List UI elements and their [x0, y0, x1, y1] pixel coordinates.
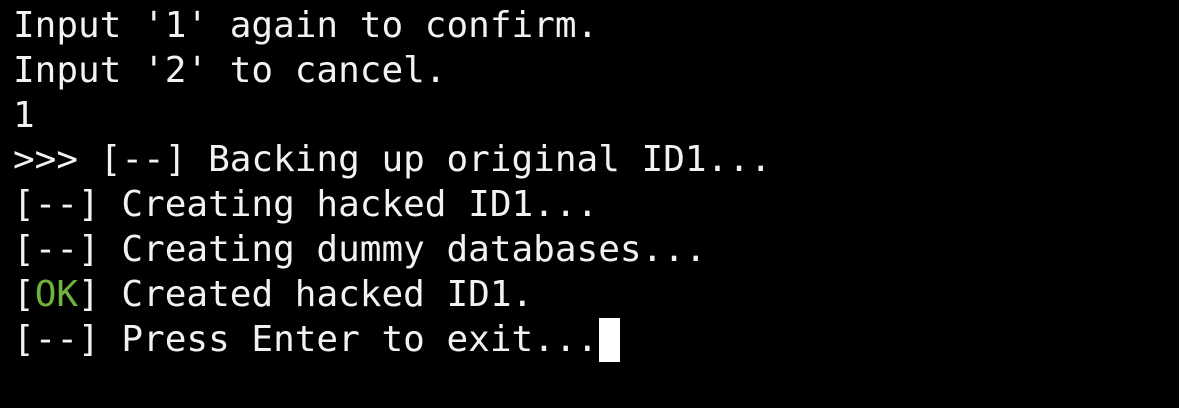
created-ok-text: ] Created hacked ID1. [78, 273, 534, 315]
ok-status-label: OK [34, 273, 79, 315]
backup-status-line: >>> [--] Backing up original ID1... [13, 139, 772, 181]
terminal-window[interactable]: Input '1' again to confirm. Input '2' to… [0, 0, 1179, 408]
created-ok-line: [OK] Created hacked ID1. [13, 273, 1179, 318]
prompt-cancel-line: Input '2' to cancel. [13, 49, 447, 91]
create-hacked-status-line: [--] Creating hacked ID1... [13, 184, 599, 226]
prompt-confirm-line: Input '1' again to confirm. [13, 5, 599, 46]
create-dummy-status-line: [--] Creating dummy databases... [13, 228, 707, 270]
terminal-cursor[interactable] [599, 317, 621, 362]
user-input-line: 1 [13, 94, 35, 136]
exit-prompt-text: [--] Press Enter to exit... [13, 318, 599, 360]
exit-prompt-line: [--] Press Enter to exit... [13, 317, 1179, 363]
bracket-open: [ [13, 273, 35, 315]
